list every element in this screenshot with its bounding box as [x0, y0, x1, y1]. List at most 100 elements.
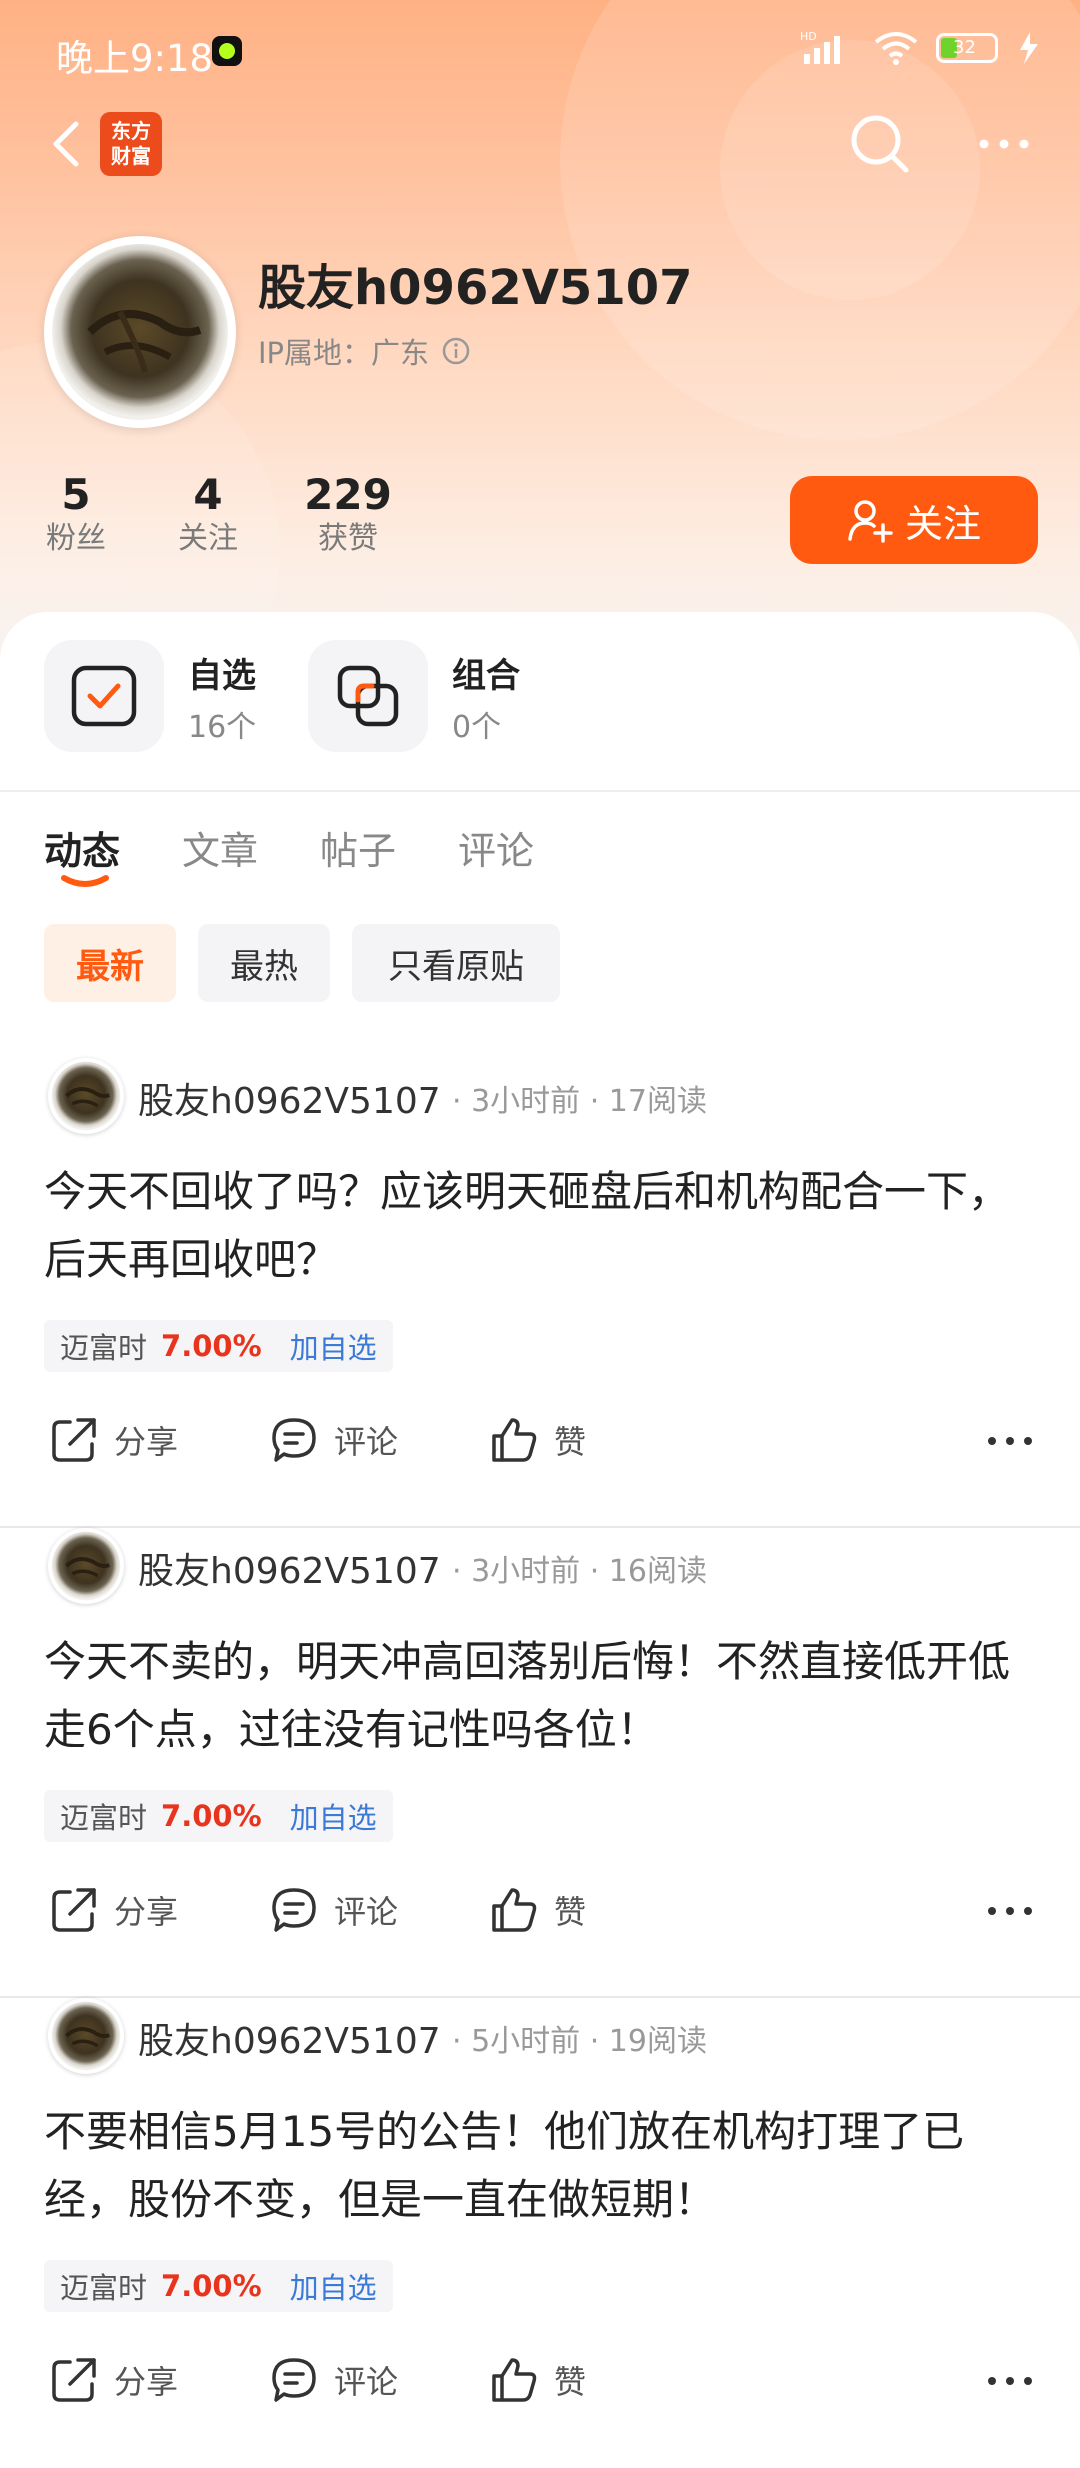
wifi-icon: [874, 32, 918, 65]
like-label: 赞: [554, 1423, 587, 1461]
follow-button-label: 关注: [904, 501, 981, 546]
post-text[interactable]: 今天不回收了吗？应该明天砸盘后和机构配合一下，后天再回收吧？: [44, 1158, 1044, 1294]
info-icon[interactable]: [441, 336, 471, 366]
add-watchlist-link[interactable]: 加自选: [290, 2265, 377, 2307]
tab-bar: 动态 文章 帖子 评论: [0, 820, 1080, 900]
comment-icon: [272, 1888, 316, 1932]
comment-button[interactable]: 评论: [268, 1878, 398, 1942]
comment-label: 评论: [334, 2363, 399, 2401]
stock-change: 7.00%: [161, 1799, 262, 1833]
tab-posts[interactable]: 帖子: [320, 820, 396, 875]
post-avatar[interactable]: [48, 1528, 124, 1604]
battery-icon: 32: [936, 33, 998, 63]
share-label: 分享: [114, 1423, 179, 1461]
app-logo: 东方 财富: [100, 112, 162, 176]
filter-original-only[interactable]: 只看原贴: [352, 924, 560, 1002]
profile-stats: 5 粉丝 4 关注 229 获赞: [0, 470, 420, 570]
like-button[interactable]: 赞: [488, 1408, 586, 1472]
tab-comments[interactable]: 评论: [458, 820, 534, 875]
post-meta: · 3小时前 · 16阅读: [452, 1554, 707, 1589]
stat-label: 获赞: [318, 521, 378, 556]
post-avatar[interactable]: [48, 1998, 124, 2074]
portfolio-entry[interactable]: 组合 0个: [308, 640, 548, 752]
post-card[interactable]: 股友h0962V5107 · 3小时前 · 17阅读 今天不回收了吗？应该明天砸…: [0, 1058, 1080, 1528]
svg-text:HD: HD: [800, 30, 817, 43]
status-time: 晚上9:18: [56, 37, 214, 80]
thumbs-up-icon: [492, 1418, 537, 1462]
portfolio-count: 0个: [452, 710, 502, 745]
post-card[interactable]: 股友h0962V5107 · 3小时前 · 16阅读 今天不卖的，明天冲高回落别…: [0, 1528, 1080, 1998]
like-button[interactable]: 赞: [488, 2348, 586, 2412]
stat-following[interactable]: 4 关注: [168, 470, 248, 558]
watchlist-entry[interactable]: 自选 16个: [44, 640, 284, 752]
filter-hottest[interactable]: 最热: [198, 924, 330, 1002]
share-label: 分享: [114, 2363, 179, 2401]
battery-level: 32: [953, 37, 976, 58]
add-watchlist-link[interactable]: 加自选: [290, 1325, 377, 1367]
back-arrow-icon[interactable]: [40, 116, 96, 172]
post-card[interactable]: 股友h0962V5107 · 5小时前 · 19阅读 不要相信5月15号的公告！…: [0, 1998, 1080, 2468]
comment-button[interactable]: 评论: [268, 2348, 398, 2412]
section-divider: [0, 790, 1080, 792]
add-user-icon: [848, 500, 893, 543]
search-icon[interactable]: [846, 110, 916, 180]
stat-fans[interactable]: 5 粉丝: [36, 470, 116, 558]
post-more-icon[interactable]: [986, 1904, 1034, 1918]
watchlist-title: 自选: [188, 656, 256, 696]
post-author[interactable]: 股友h0962V5107: [138, 2012, 441, 2064]
nav-bar: 东方 财富: [0, 104, 1080, 224]
thumbs-up-icon: [492, 1888, 537, 1932]
share-icon: [52, 1418, 96, 1462]
post-text[interactable]: 不要相信5月15号的公告！他们放在机构打理了已经，股份不变，但是一直在做短期！: [44, 2098, 1044, 2234]
tab-articles[interactable]: 文章: [182, 820, 258, 875]
tab-feed[interactable]: 动态: [44, 820, 120, 875]
profile-avatar[interactable]: [44, 236, 236, 428]
stat-label: 关注: [178, 521, 238, 556]
stock-name: 迈富时: [60, 1331, 148, 1365]
thumbs-up-icon: [492, 2358, 537, 2402]
share-button[interactable]: 分享: [48, 2348, 178, 2412]
post-actions: 分享 评论 赞: [0, 1878, 1080, 1958]
post-avatar[interactable]: [48, 1058, 124, 1134]
notification-dot-icon: [212, 36, 242, 66]
filter-latest[interactable]: 最新: [44, 924, 176, 1002]
follow-button[interactable]: 关注: [790, 476, 1038, 564]
status-bar: 晚上9:18 HD 32: [0, 0, 1080, 104]
post-author[interactable]: 股友h0962V5107: [138, 1542, 441, 1594]
stock-tag[interactable]: 迈富时 7.00% 加自选: [44, 1790, 393, 1842]
like-label: 赞: [554, 1893, 587, 1931]
comment-label: 评论: [334, 1423, 399, 1461]
ip-location-row: IP属地：广东: [258, 330, 471, 372]
post-text[interactable]: 今天不卖的，明天冲高回落别后悔！不然直接低开低走6个点，过往没有记性吗各位！: [44, 1628, 1044, 1764]
post-author[interactable]: 股友h0962V5107: [138, 1072, 441, 1124]
stock-change: 7.00%: [161, 2269, 262, 2303]
comment-button[interactable]: 评论: [268, 1408, 398, 1472]
comment-label: 评论: [334, 1893, 399, 1931]
more-options-icon[interactable]: [970, 124, 1040, 164]
username: 股友h0962V5107: [258, 260, 693, 316]
status-icons: HD 32: [800, 28, 1044, 68]
share-button[interactable]: 分享: [48, 1878, 178, 1942]
like-button[interactable]: 赞: [488, 1878, 586, 1942]
comment-icon: [272, 1418, 316, 1462]
charging-icon: [1020, 32, 1038, 64]
share-icon: [52, 1888, 96, 1932]
share-icon: [52, 2358, 96, 2402]
active-tab-indicator: [61, 875, 109, 887]
stock-change: 7.00%: [161, 1329, 262, 1363]
app-logo-line2: 财富: [111, 144, 151, 168]
post-actions: 分享 评论 赞: [0, 2348, 1080, 2428]
share-button[interactable]: 分享: [48, 1408, 178, 1472]
share-label: 分享: [114, 1893, 179, 1931]
like-label: 赞: [554, 2363, 587, 2401]
ip-location: IP属地：广东: [258, 336, 430, 370]
portfolio-icon: [337, 665, 399, 727]
post-more-icon[interactable]: [986, 2374, 1034, 2388]
stock-tag[interactable]: 迈富时 7.00% 加自选: [44, 1320, 393, 1372]
filter-bar: 最新 最热 只看原贴: [0, 924, 1080, 1004]
stat-likes[interactable]: 229 获赞: [292, 470, 404, 558]
post-more-icon[interactable]: [986, 1434, 1034, 1448]
stock-tag[interactable]: 迈富时 7.00% 加自选: [44, 2260, 393, 2312]
portfolio-title: 组合: [452, 656, 520, 696]
add-watchlist-link[interactable]: 加自选: [290, 1795, 377, 1837]
